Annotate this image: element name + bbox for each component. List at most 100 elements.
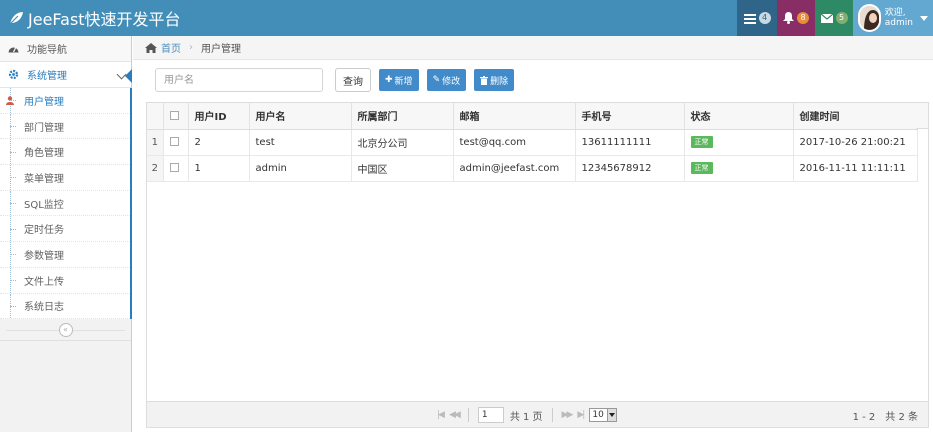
sidebar-item-label: 定时任务 bbox=[24, 225, 64, 237]
sidebar-item-function-nav[interactable]: 功能导航 bbox=[0, 36, 131, 62]
app-title: JeeFast快速开发平台 bbox=[28, 10, 181, 29]
column-header-mobile[interactable]: 手机号 bbox=[575, 103, 685, 130]
bell-icon bbox=[783, 12, 794, 24]
messages-dropdown[interactable]: 5 bbox=[815, 0, 853, 36]
sidebar-item-label: 系统管理 bbox=[27, 71, 67, 82]
column-header-username[interactable]: 用户名 bbox=[249, 103, 352, 130]
page-size-select[interactable]: 10 bbox=[589, 408, 617, 422]
page-size-value: 10 bbox=[592, 410, 604, 420]
column-header-status[interactable]: 状态 bbox=[684, 103, 794, 130]
sidebar-item-label: 系统日志 bbox=[24, 302, 64, 314]
cell-username: admin bbox=[249, 155, 352, 182]
username-label: admin bbox=[884, 18, 913, 28]
edit-button[interactable]: ✎ 修改 bbox=[426, 69, 467, 91]
active-arrow bbox=[125, 69, 132, 83]
status-badge: 正常 bbox=[690, 162, 713, 174]
delete-button-label: 删除 bbox=[490, 76, 509, 87]
sidebar-item-label: 功能导航 bbox=[27, 45, 67, 56]
welcome-label: 欢迎, bbox=[884, 8, 906, 18]
total-pages-label: 共 1 页 bbox=[509, 411, 543, 423]
table-row[interactable]: 1 2 test 北京分公司 test@qq.com 13611111111 正… bbox=[147, 129, 918, 156]
page-number-input[interactable] bbox=[477, 407, 504, 423]
row-select-cell bbox=[163, 155, 189, 182]
table-row[interactable]: 2 1 admin 中国区 admin@jeefast.com 12345678… bbox=[147, 155, 918, 182]
prev-page-icon[interactable]: ◀◀ bbox=[449, 410, 461, 420]
notifications-badge: 8 bbox=[797, 12, 809, 24]
row-select-cell bbox=[163, 129, 189, 156]
cell-email: test@qq.com bbox=[453, 129, 576, 156]
sidebar-item-label: SQL监控 bbox=[24, 199, 64, 211]
sidebar-item-upload[interactable]: 文件上传 bbox=[0, 267, 130, 294]
welcome-text: 欢迎, admin bbox=[885, 8, 913, 28]
column-header-department[interactable]: 所属部门 bbox=[351, 103, 454, 130]
column-header-created[interactable]: 创建时间 bbox=[793, 103, 918, 130]
trash-icon bbox=[480, 75, 489, 85]
messages-badge: 5 bbox=[835, 12, 848, 24]
sidebar-item-label: 部门管理 bbox=[24, 122, 64, 134]
sidebar-item-sql-monitor[interactable]: SQL监控 bbox=[0, 190, 130, 217]
username-search-input[interactable] bbox=[155, 68, 323, 92]
sidebar-item-schedule[interactable]: 定时任务 bbox=[0, 216, 130, 243]
row-number: 1 bbox=[147, 129, 164, 156]
system-submenu: 用户管理 部门管理 角色管理 菜单管理 SQL监控 定时任务 参数管理 文件上传… bbox=[0, 88, 132, 320]
add-button-label: 新增 bbox=[394, 76, 413, 87]
sidebar-item-logs[interactable]: 系统日志 bbox=[0, 293, 130, 320]
edit-button-label: 修改 bbox=[442, 76, 461, 87]
sidebar-item-system[interactable]: 系统管理 bbox=[0, 62, 132, 88]
next-page-icon[interactable]: ▶▶ bbox=[562, 410, 574, 420]
row-checkbox[interactable] bbox=[169, 163, 179, 172]
sidebar-collapse-bar: « bbox=[0, 319, 131, 342]
collapse-icon[interactable]: « bbox=[58, 322, 73, 337]
tasks-badge: 4 bbox=[758, 12, 771, 24]
last-page-icon[interactable]: ▶| bbox=[577, 410, 585, 420]
envelope-icon bbox=[820, 13, 833, 23]
plus-icon: ✚ bbox=[385, 75, 393, 85]
chevron-down-icon bbox=[606, 409, 616, 421]
add-button[interactable]: ✚ 新增 bbox=[379, 69, 419, 91]
cell-user-id: 1 bbox=[188, 155, 250, 182]
table-header-row: 用户ID 用户名 所属部门 邮箱 手机号 状态 创建时间 bbox=[147, 103, 918, 130]
sidebar-item-params[interactable]: 参数管理 bbox=[0, 242, 130, 268]
select-all-header bbox=[163, 103, 189, 130]
cell-created: 2017-10-26 21:00:21 bbox=[793, 129, 918, 156]
sidebar-item-label: 参数管理 bbox=[24, 250, 64, 262]
sidebar-item-label: 文件上传 bbox=[24, 276, 64, 288]
user-icon bbox=[6, 96, 14, 105]
column-header-email[interactable]: 邮箱 bbox=[453, 103, 576, 130]
delete-button[interactable]: 删除 bbox=[474, 69, 515, 91]
cell-username: test bbox=[249, 129, 352, 156]
breadcrumb-separator: › bbox=[189, 42, 193, 53]
brand[interactable]: JeeFast快速开发平台 bbox=[8, 0, 181, 36]
pager-controls: |◀ ◀◀ 共 1 页 ▶▶ ▶| 10 bbox=[437, 402, 617, 428]
sidebar-item-users[interactable]: 用户管理 bbox=[0, 88, 130, 114]
sidebar-item-departments[interactable]: 部门管理 bbox=[0, 113, 130, 140]
sidebar-item-menus[interactable]: 菜单管理 bbox=[0, 165, 130, 191]
user-table: 用户ID 用户名 所属部门 邮箱 手机号 状态 创建时间 1 2 test 北京… bbox=[147, 103, 918, 182]
navbar-right: 4 8 5 欢迎, admin bbox=[737, 0, 933, 36]
select-all-checkbox[interactable] bbox=[169, 110, 179, 120]
sidebar-item-label: 菜单管理 bbox=[24, 173, 64, 185]
tasks-dropdown[interactable]: 4 bbox=[737, 0, 777, 36]
user-grid: 用户ID 用户名 所属部门 邮箱 手机号 状态 创建时间 1 2 test 北京… bbox=[146, 102, 929, 428]
cell-mobile: 13611111111 bbox=[575, 129, 685, 156]
column-header-user-id[interactable]: 用户ID bbox=[188, 103, 250, 130]
pager: |◀ ◀◀ 共 1 页 ▶▶ ▶| 10 1 - 2 共 2 条 bbox=[147, 401, 928, 427]
sidebar-item-roles[interactable]: 角色管理 bbox=[0, 139, 130, 166]
row-checkbox[interactable] bbox=[169, 137, 179, 146]
gear-icon bbox=[8, 69, 19, 80]
home-icon bbox=[145, 42, 157, 53]
breadcrumb-home-link[interactable]: 首页 bbox=[161, 40, 181, 55]
notifications-dropdown[interactable]: 8 bbox=[777, 0, 815, 36]
cell-department: 中国区 bbox=[351, 155, 454, 182]
user-menu[interactable]: 欢迎, admin bbox=[853, 0, 933, 36]
first-page-icon[interactable]: |◀ bbox=[437, 410, 445, 420]
breadcrumb-current: 用户管理 bbox=[201, 44, 241, 55]
record-count-info: 1 - 2 共 2 条 bbox=[852, 411, 918, 423]
row-number: 2 bbox=[147, 155, 164, 182]
caret-down-icon bbox=[920, 15, 928, 21]
query-button[interactable]: 查询 bbox=[335, 68, 371, 92]
row-number-header bbox=[147, 103, 164, 130]
sidebar-item-label: 用户管理 bbox=[24, 96, 64, 108]
cell-created: 2016-11-11 11:11:11 bbox=[793, 155, 918, 182]
status-badge: 正常 bbox=[690, 136, 713, 148]
